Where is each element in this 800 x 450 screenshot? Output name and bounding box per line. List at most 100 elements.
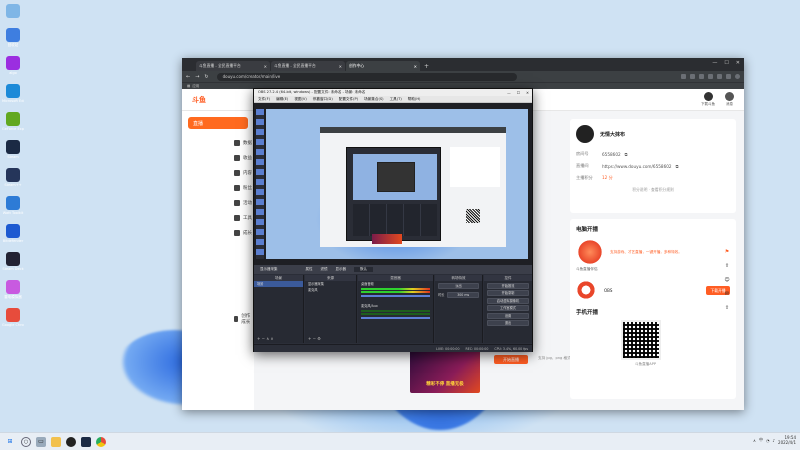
obs-menu-item[interactable]: 配置文件(P) bbox=[339, 97, 358, 102]
down-icon[interactable]: ∨ bbox=[271, 336, 274, 341]
feedback-icon[interactable]: ⚑ bbox=[725, 249, 729, 255]
start-live-button[interactable]: 开始直播 bbox=[494, 355, 528, 364]
copy-icon[interactable]: ⧉ bbox=[676, 164, 679, 169]
add-icon[interactable]: + bbox=[257, 336, 260, 341]
close-tab-icon[interactable]: ✕ bbox=[264, 64, 267, 69]
sidebar-item-growth[interactable]: 创作成长 bbox=[182, 311, 254, 326]
banner[interactable]: 精彩不停 直播无极 bbox=[410, 349, 480, 393]
reload-icon[interactable]: ↻ bbox=[204, 74, 208, 80]
control-button[interactable]: 开始录制 bbox=[487, 290, 529, 296]
tab-douyu-1[interactable]: 斗鱼直播 - 全民直播平台 ✕ bbox=[196, 61, 270, 71]
filters-button[interactable]: 滤镜 bbox=[321, 267, 328, 272]
gear-icon[interactable]: ⚙ bbox=[317, 336, 321, 341]
volume-slider[interactable] bbox=[361, 295, 430, 297]
obs-menu-item[interactable]: 工具(T) bbox=[390, 97, 402, 102]
add-icon[interactable]: + bbox=[308, 336, 311, 341]
up-icon[interactable]: ∧ bbox=[266, 336, 269, 341]
extension-icon[interactable] bbox=[681, 74, 686, 79]
desktop-icon[interactable]: Microsoft Edge bbox=[2, 84, 24, 103]
forward-icon[interactable]: → bbox=[195, 74, 199, 80]
desktop-icon[interactable]: Steam++ bbox=[2, 168, 24, 187]
sidebar-item[interactable]: 收益 bbox=[182, 150, 254, 165]
close-window-icon[interactable]: ✕ bbox=[736, 60, 740, 66]
close-window-icon[interactable]: ✕ bbox=[526, 91, 529, 95]
extension-icon[interactable] bbox=[708, 74, 713, 79]
remove-icon[interactable]: − bbox=[262, 336, 265, 341]
messages-button[interactable]: 消息 bbox=[725, 92, 734, 107]
service-icon[interactable]: ☺ bbox=[724, 277, 729, 283]
obs-menu-item[interactable]: 编辑(E) bbox=[276, 97, 288, 102]
steam-taskbar-icon[interactable] bbox=[81, 436, 91, 447]
minimize-icon[interactable]: — bbox=[507, 91, 511, 95]
download-button[interactable]: 下载斗鱼 bbox=[701, 92, 715, 107]
sidebar-item-live[interactable]: 直播 bbox=[188, 117, 248, 129]
scene-item[interactable]: 场景 bbox=[254, 281, 303, 287]
sidebar-item[interactable]: 活动 bbox=[182, 195, 254, 210]
control-button[interactable]: 开始推流 bbox=[487, 282, 529, 289]
control-button[interactable]: 设置 bbox=[487, 312, 529, 319]
tray-expand-icon[interactable]: ∧ bbox=[753, 438, 756, 443]
copy-icon[interactable]: ⧉ bbox=[625, 152, 628, 157]
minimize-icon[interactable]: — bbox=[712, 60, 717, 66]
sidebar-item[interactable]: 成长 bbox=[182, 225, 254, 240]
close-tab-icon[interactable]: ✕ bbox=[414, 64, 417, 69]
avatar[interactable] bbox=[576, 125, 594, 143]
apps-icon[interactable]: ▦ bbox=[187, 84, 190, 88]
transition-select[interactable]: 淡出 bbox=[438, 282, 479, 289]
desktop-icon[interactable]: Watt Toolkit bbox=[2, 196, 24, 215]
sidebar-item[interactable]: 粉丝 bbox=[182, 180, 254, 195]
desktop-icon[interactable]: Steam Deck bbox=[2, 252, 24, 271]
obs-menu-item[interactable]: 帮助(H) bbox=[408, 97, 421, 102]
obs-preview[interactable] bbox=[254, 103, 532, 265]
desktop-icon[interactable] bbox=[2, 4, 24, 19]
profile-icon[interactable] bbox=[735, 74, 740, 79]
back-icon[interactable]: ← bbox=[186, 74, 190, 80]
bookmark-apps[interactable]: 应用 bbox=[192, 84, 199, 89]
volume-icon[interactable]: ♪ bbox=[772, 438, 775, 443]
sidebar-item[interactable]: 内容 bbox=[182, 165, 254, 180]
file-explorer-icon[interactable] bbox=[51, 436, 61, 447]
tab-douyu-2[interactable]: 斗鱼直播 - 全民直播平台 ✕ bbox=[271, 61, 345, 71]
tray-lang[interactable]: 中 bbox=[759, 437, 763, 443]
sidebar-item[interactable]: 工具 bbox=[182, 210, 254, 225]
desktop-icon[interactable]: Bitdefender bbox=[2, 224, 24, 243]
chat-icon[interactable]: ✉ bbox=[725, 291, 729, 297]
source-item[interactable]: 麦克风 bbox=[305, 287, 356, 293]
task-view-icon[interactable]: ▭ bbox=[36, 436, 46, 447]
wifi-icon[interactable]: ◔ bbox=[766, 438, 770, 443]
extension-icon[interactable] bbox=[690, 74, 695, 79]
extension-icon[interactable] bbox=[699, 74, 704, 79]
desktop-icon[interactable]: 雷电模拟器 bbox=[2, 280, 24, 299]
share-icon[interactable]: ⇪ bbox=[725, 263, 729, 269]
new-tab-icon[interactable]: + bbox=[424, 63, 429, 70]
desktop-icon[interactable]: 回收站 bbox=[2, 28, 24, 47]
maximize-icon[interactable]: ☐ bbox=[724, 60, 728, 66]
remove-icon[interactable]: − bbox=[313, 336, 316, 341]
top-icon[interactable]: ⇧ bbox=[725, 305, 729, 311]
level-hint[interactable]: 积分说明 · 查看积分规则 bbox=[576, 187, 730, 193]
duration-input[interactable]: 300 ms bbox=[447, 291, 479, 298]
desktop-icon[interactable]: Steam bbox=[2, 140, 24, 159]
extension-icon[interactable] bbox=[726, 74, 731, 79]
control-button[interactable]: 退出 bbox=[487, 320, 529, 326]
sidebar-item[interactable]: 数据 bbox=[182, 135, 254, 150]
display-select[interactable]: 默认 bbox=[354, 267, 373, 272]
properties-button[interactable]: 属性 bbox=[306, 267, 313, 272]
close-tab-icon[interactable]: ✕ bbox=[339, 64, 342, 69]
clock[interactable]: 19:54 2022/4/1 bbox=[778, 435, 796, 445]
tab-creator-center[interactable]: 创作中心 ✕ bbox=[346, 61, 420, 71]
maximize-icon[interactable]: ☐ bbox=[517, 91, 520, 95]
desktop-icon[interactable]: Google Chrome bbox=[2, 308, 24, 327]
desktop-icon[interactable]: GeForce Experience bbox=[2, 112, 24, 131]
douyu-logo[interactable]: 斗鱼 bbox=[192, 95, 206, 105]
control-button[interactable]: 启动虚拟摄像机 bbox=[487, 297, 529, 304]
search-icon[interactable]: ○ bbox=[21, 436, 31, 447]
obs-menu-item[interactable]: 场景集合(S) bbox=[364, 97, 383, 102]
volume-slider[interactable] bbox=[361, 317, 430, 319]
desktop-icon[interactable]: algo bbox=[2, 56, 24, 75]
windows-start-icon[interactable]: ⊞ bbox=[5, 437, 15, 447]
url-input[interactable]: douyu.com/creator/main/live bbox=[216, 72, 517, 81]
link-value[interactable]: https://www.douyu.com/6558602 bbox=[602, 164, 672, 169]
obs-menu-item[interactable]: 视图(V) bbox=[294, 97, 306, 102]
control-button[interactable]: 工作室模式 bbox=[487, 305, 529, 311]
